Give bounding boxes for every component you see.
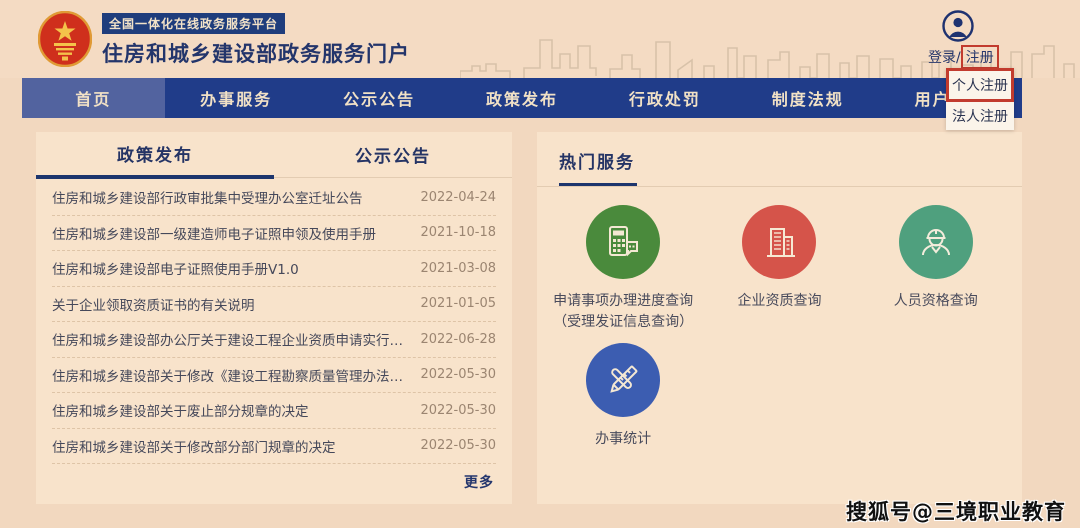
- list-item[interactable]: 住房和城乡建设部一级建造师电子证照申领及使用手册 2021-10-18: [52, 216, 496, 252]
- service-label-line2[interactable]: （受理发证信息查询）: [545, 312, 701, 333]
- service-circle[interactable]: [586, 205, 660, 279]
- service-progress-query[interactable]: 申请事项办理进度查询 （受理发证信息查询）: [545, 205, 701, 333]
- list-item-title[interactable]: 住房和城乡建设部一级建造师电子证照申领及使用手册: [52, 223, 376, 243]
- list-item[interactable]: 住房和城乡建设部关于废止部分规章的决定 2022-05-30: [52, 393, 496, 429]
- nav-item-penalties[interactable]: 行政处罚: [593, 78, 736, 118]
- login-register-link[interactable]: 登录/注册: [928, 45, 988, 69]
- more-row: 更多: [52, 464, 496, 492]
- user-avatar-icon[interactable]: [942, 10, 974, 42]
- header: 全国一体化在线政务服务平台 住房和城乡建设部政务服务门户: [0, 0, 1080, 78]
- stats-tools-icon: [603, 360, 643, 400]
- list-item-title[interactable]: 关于企业领取资质证书的有关说明: [52, 294, 255, 314]
- list-item[interactable]: 住房和城乡建设部关于修改《建设工程勘察质量管理办法》的... 2022-05-3…: [52, 358, 496, 394]
- policy-tabs: 政策发布 公示公告: [36, 132, 512, 178]
- service-label-line1[interactable]: 办事统计: [545, 429, 701, 450]
- service-personnel-qualification-query[interactable]: 人员资格查询: [858, 205, 1014, 333]
- hot-services-panel: 热门服务: [537, 132, 1022, 504]
- policy-list: 住房和城乡建设部行政审批集中受理办公室迁址公告 2022-04-24 住房和城乡…: [36, 178, 512, 492]
- hot-services-title: 热门服务: [559, 148, 635, 173]
- building-icon: [759, 222, 799, 262]
- nav-item-services[interactable]: 办事服务: [165, 78, 308, 118]
- brand: 全国一体化在线政务服务平台 住房和城乡建设部政务服务门户: [102, 13, 410, 68]
- service-enterprise-qualification-query[interactable]: 企业资质查询: [701, 205, 857, 333]
- tab-policy-release[interactable]: 政策发布: [36, 132, 274, 179]
- main-nav: 首页 办事服务 公示公告 政策发布 行政处罚 制度法规 用户中心: [22, 78, 1022, 118]
- list-item-date: 2021-01-05: [420, 296, 496, 311]
- list-item-date: 2022-05-30: [420, 367, 496, 382]
- policy-panel: 政策发布 公示公告 住房和城乡建设部行政审批集中受理办公室迁址公告 2022-0…: [36, 132, 512, 504]
- service-label[interactable]: 人员资格查询: [858, 291, 1014, 312]
- list-item[interactable]: 住房和城乡建设部电子证照使用手册V1.0 2021-03-08: [52, 251, 496, 287]
- nav-item-announcements[interactable]: 公示公告: [308, 78, 451, 118]
- register-label-highlighted[interactable]: 注册: [961, 45, 999, 69]
- register-dropdown: 个人注册 法人注册: [946, 68, 1014, 130]
- list-item-date: 2022-06-28: [420, 332, 496, 347]
- list-item-date: 2021-10-18: [420, 225, 496, 240]
- national-emblem-logo: [38, 11, 92, 67]
- nav-item-home[interactable]: 首页: [22, 78, 165, 118]
- service-label[interactable]: 申请事项办理进度查询 （受理发证信息查询）: [545, 291, 701, 333]
- service-label-line1[interactable]: 人员资格查询: [858, 291, 1014, 312]
- service-circle[interactable]: [899, 205, 973, 279]
- list-item[interactable]: 关于企业领取资质证书的有关说明 2021-01-05: [52, 287, 496, 323]
- services-grid: 申请事项办理进度查询 （受理发证信息查询）: [537, 187, 1022, 460]
- service-label[interactable]: 办事统计: [545, 429, 701, 450]
- service-label[interactable]: 企业资质查询: [701, 291, 857, 312]
- service-circle[interactable]: [586, 343, 660, 417]
- service-statistics[interactable]: 办事统计: [545, 343, 701, 450]
- tab-public-announcement[interactable]: 公示公告: [274, 132, 512, 177]
- page: 全国一体化在线政务服务平台 住房和城乡建设部政务服务门户: [0, 0, 1080, 528]
- dropdown-item-personal-register[interactable]: 个人注册: [946, 68, 1014, 102]
- list-item-title[interactable]: 住房和城乡建设部电子证照使用手册V1.0: [52, 258, 299, 278]
- list-item-date: 2022-05-30: [420, 403, 496, 418]
- site-title: 住房和城乡建设部政务服务门户: [102, 38, 410, 68]
- hot-services-header: 热门服务: [537, 132, 1022, 186]
- list-item-date: 2021-03-08: [420, 261, 496, 276]
- list-item-title[interactable]: 住房和城乡建设部行政审批集中受理办公室迁址公告: [52, 187, 363, 207]
- worker-icon: [915, 221, 957, 263]
- dropdown-item-corporate-register[interactable]: 法人注册: [946, 102, 1014, 130]
- nav-item-policy[interactable]: 政策发布: [451, 78, 594, 118]
- list-item-date: 2022-04-24: [420, 190, 496, 205]
- more-link[interactable]: 更多: [464, 475, 494, 491]
- service-circle[interactable]: [742, 205, 816, 279]
- list-item[interactable]: 住房和城乡建设部行政审批集中受理办公室迁址公告 2022-04-24: [52, 180, 496, 216]
- list-item-title[interactable]: 住房和城乡建设部关于废止部分规章的决定: [52, 400, 309, 420]
- list-item-title[interactable]: 住房和城乡建设部关于修改部分部门规章的决定: [52, 436, 336, 456]
- nav-item-regulations[interactable]: 制度法规: [736, 78, 879, 118]
- list-item-title[interactable]: 住房和城乡建设部关于修改《建设工程勘察质量管理办法》的...: [52, 365, 410, 385]
- calculator-query-icon: [603, 222, 643, 262]
- list-item-date: 2022-05-30: [420, 438, 496, 453]
- watermark-text: 搜狐号@三境职业教育: [846, 496, 1066, 526]
- login-label[interactable]: 登录/: [928, 50, 961, 66]
- list-item[interactable]: 住房和城乡建设部办公厅关于建设工程企业资质申请实行无纸... 2022-06-2…: [52, 322, 496, 358]
- service-label-line1[interactable]: 申请事项办理进度查询: [545, 291, 701, 312]
- service-label-line1[interactable]: 企业资质查询: [701, 291, 857, 312]
- platform-badge: 全国一体化在线政务服务平台: [102, 13, 285, 34]
- user-area: 登录/注册: [928, 10, 988, 69]
- list-item[interactable]: 住房和城乡建设部关于修改部分部门规章的决定 2022-05-30: [52, 429, 496, 465]
- list-item-title[interactable]: 住房和城乡建设部办公厅关于建设工程企业资质申请实行无纸...: [52, 329, 410, 349]
